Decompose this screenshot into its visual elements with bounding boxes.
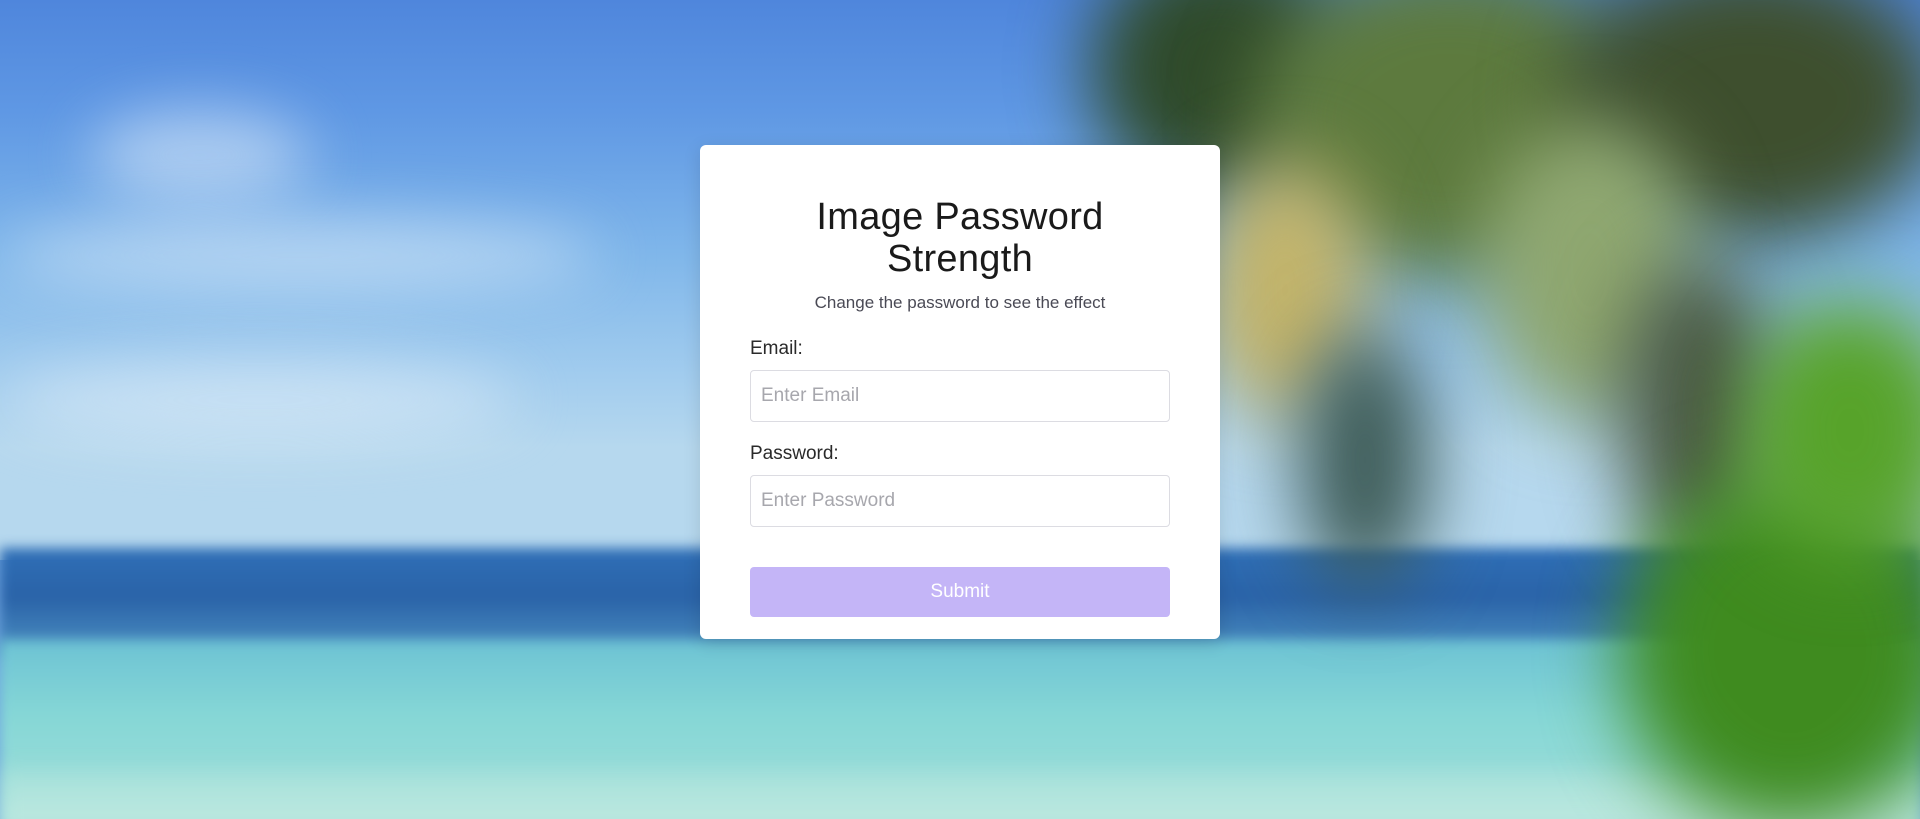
background-cloud [0, 220, 600, 290]
password-field[interactable] [750, 474, 1170, 527]
background-sand [0, 770, 1920, 819]
page-title: Image Password Strength [816, 196, 1104, 280]
password-label: Password: [750, 442, 839, 464]
submit-button[interactable]: Submit [750, 566, 1170, 617]
background-palm-trunk [1300, 330, 1430, 590]
background-cloud [90, 110, 310, 200]
background-cloud [0, 360, 520, 440]
login-card: Image Password Strength Change the passw… [700, 145, 1220, 639]
page-background: Image Password Strength Change the passw… [0, 0, 1920, 819]
email-field[interactable] [750, 369, 1170, 422]
page-subtitle: Change the password to see the effect [814, 292, 1106, 312]
email-label: Email: [750, 337, 803, 359]
